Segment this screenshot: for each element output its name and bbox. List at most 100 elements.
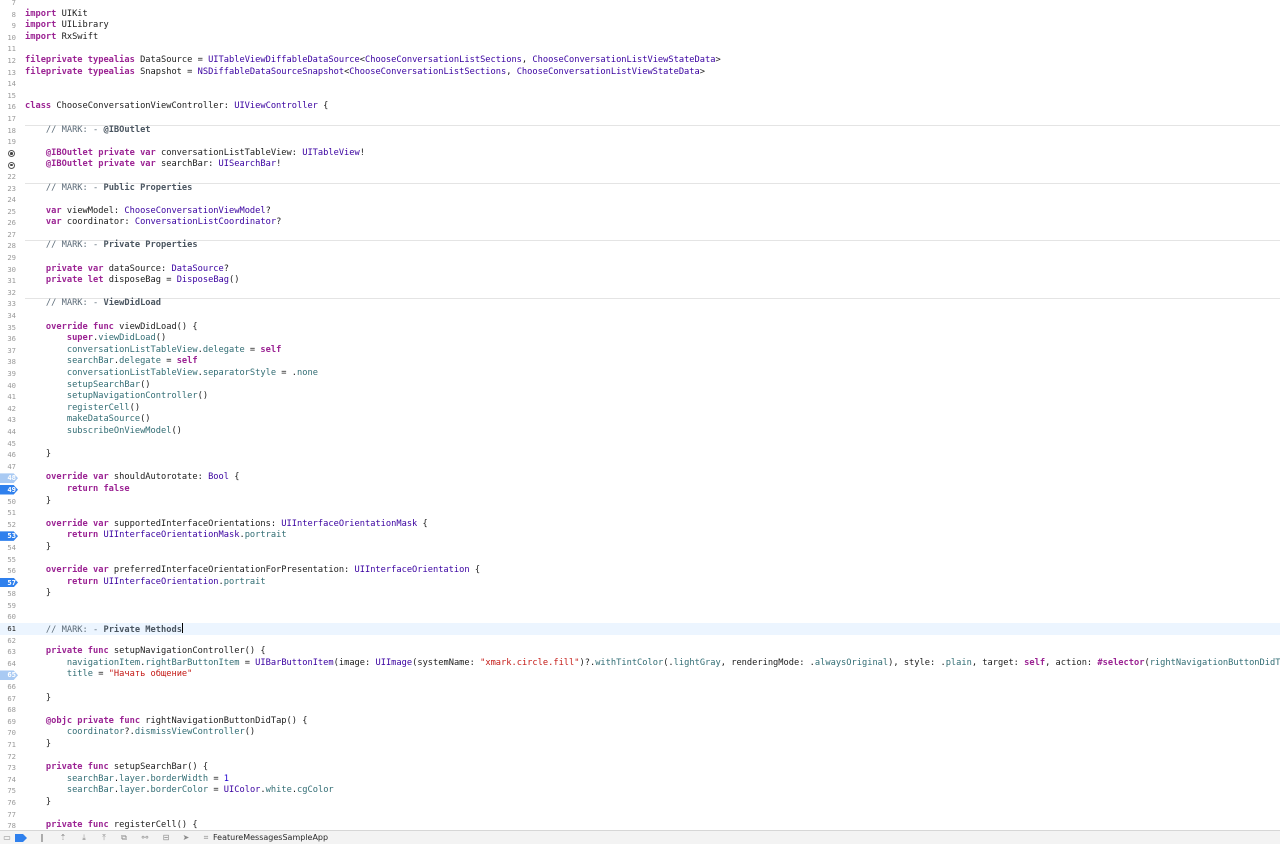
code-text[interactable]: import UIKit xyxy=(25,9,88,21)
code-line[interactable]: 12 fileprivate typealias DataSource = UIT… xyxy=(0,55,1280,67)
line-gutter[interactable]: 44 xyxy=(0,426,22,438)
line-gutter[interactable]: 57 xyxy=(0,577,22,589)
step-into-icon[interactable]: ⤓ xyxy=(78,833,90,843)
code-line[interactable]: 48 override var shouldAutorotate: Bool { xyxy=(0,472,1280,484)
line-gutter[interactable]: 38 xyxy=(0,356,22,368)
line-gutter[interactable]: 8 xyxy=(0,9,22,21)
code-text[interactable]: @IBOutlet private var searchBar: UISearc… xyxy=(25,159,281,171)
target-label[interactable]: FeatureMessagesSampleApp xyxy=(213,831,328,845)
code-editor[interactable]: 7 8 import UIKit 9 import UILibrary 10 import … xyxy=(0,0,1280,830)
line-gutter[interactable]: 26 xyxy=(0,217,22,229)
line-gutter[interactable]: 40 xyxy=(0,380,22,392)
code-line[interactable]: 64 navigationItem.rightBarButtonItem = U… xyxy=(0,658,1280,670)
code-line[interactable]: 76 } xyxy=(0,797,1280,809)
line-gutter[interactable]: 45 xyxy=(0,438,22,450)
code-line[interactable]: 35 override func viewDidLoad() { xyxy=(0,322,1280,334)
code-text[interactable]: coordinator?.dismissViewController() xyxy=(25,727,255,739)
outlet-connection-icon[interactable] xyxy=(8,150,15,158)
code-line[interactable]: 58 } xyxy=(0,588,1280,600)
line-gutter[interactable]: 68 xyxy=(0,704,22,716)
code-line[interactable]: 73 private func setupSearchBar() { xyxy=(0,762,1280,774)
hide-debug-area-icon[interactable]: ▭ xyxy=(1,833,13,843)
code-line[interactable]: @IBOutlet private var searchBar: UISearc… xyxy=(0,159,1280,171)
code-line[interactable]: 32 xyxy=(0,287,1280,299)
code-text[interactable]: registerCell() xyxy=(25,403,140,415)
code-text[interactable]: makeDataSource() xyxy=(25,414,151,426)
code-text[interactable]: class ChooseConversationViewController: … xyxy=(25,101,328,113)
code-line[interactable]: 18 // MARK: - @IBOutlet xyxy=(0,124,1280,137)
line-gutter[interactable]: 37 xyxy=(0,345,22,357)
line-gutter[interactable]: 46 xyxy=(0,449,22,461)
code-line[interactable]: 15 xyxy=(0,90,1280,102)
code-line[interactable]: 72 xyxy=(0,751,1280,763)
code-line[interactable]: 52 override var supportedInterfaceOrient… xyxy=(0,519,1280,531)
code-line[interactable]: 29 xyxy=(0,252,1280,264)
line-gutter[interactable]: 31 xyxy=(0,275,22,287)
code-line[interactable]: 77 xyxy=(0,809,1280,821)
code-line[interactable]: 47 xyxy=(0,461,1280,473)
code-line[interactable]: @IBOutlet private var conversationListTa… xyxy=(0,148,1280,160)
line-gutter[interactable]: 24 xyxy=(0,194,22,206)
line-gutter[interactable]: 27 xyxy=(0,229,22,241)
line-gutter[interactable]: 39 xyxy=(0,368,22,380)
code-text[interactable]: override var preferredInterfaceOrientati… xyxy=(25,565,480,577)
line-gutter[interactable]: 29 xyxy=(0,252,22,264)
code-line[interactable]: 46 } xyxy=(0,449,1280,461)
code-text[interactable]: searchBar.layer.borderColor = UIColor.wh… xyxy=(25,785,334,797)
line-gutter[interactable]: 63 xyxy=(0,646,22,658)
code-line[interactable]: 54 } xyxy=(0,542,1280,554)
code-text[interactable]: } xyxy=(25,693,51,705)
code-text[interactable]: setupNavigationController() xyxy=(25,391,208,403)
code-line[interactable]: 11 xyxy=(0,43,1280,55)
line-gutter[interactable]: 59 xyxy=(0,600,22,612)
code-line[interactable]: 55 xyxy=(0,554,1280,566)
code-line[interactable]: 17 xyxy=(0,113,1280,125)
line-gutter[interactable]: 77 xyxy=(0,809,22,821)
code-line[interactable]: 14 xyxy=(0,78,1280,90)
code-line[interactable]: 66 xyxy=(0,681,1280,693)
code-text[interactable]: subscribeOnViewModel() xyxy=(25,426,182,438)
line-gutter[interactable]: 48 xyxy=(0,472,22,484)
code-line[interactable]: 65 title = "Начать общение" xyxy=(0,669,1280,681)
line-gutter[interactable]: 19 xyxy=(0,136,22,148)
code-text[interactable]: } xyxy=(25,542,51,554)
line-gutter[interactable]: 64 xyxy=(0,658,22,670)
code-text[interactable]: title = "Начать общение" xyxy=(25,669,193,681)
code-line[interactable]: 71 } xyxy=(0,739,1280,751)
code-text[interactable]: var viewModel: ChooseConversationViewMod… xyxy=(25,206,271,218)
step-out-icon[interactable]: ⤒ xyxy=(98,833,110,843)
code-line[interactable]: 51 xyxy=(0,507,1280,519)
code-text[interactable]: override var shouldAutorotate: Bool { xyxy=(25,472,240,484)
code-line[interactable]: 70 coordinator?.dismissViewController() xyxy=(0,727,1280,739)
code-text[interactable]: // MARK: - @IBOutlet xyxy=(25,125,151,137)
line-gutter[interactable]: 10 xyxy=(0,32,22,44)
line-gutter[interactable]: 61 xyxy=(0,623,22,635)
code-line[interactable]: 10 import RxSwift xyxy=(0,32,1280,44)
line-gutter[interactable]: 34 xyxy=(0,310,22,322)
step-over-icon[interactable]: ⇡ xyxy=(57,833,69,843)
code-line[interactable]: 24 xyxy=(0,194,1280,206)
code-text[interactable]: } xyxy=(25,588,51,600)
line-gutter[interactable]: 7 xyxy=(0,0,22,9)
code-line[interactable]: 41 setupNavigationController() xyxy=(0,391,1280,403)
breakpoints-toggle-icon[interactable] xyxy=(15,833,27,843)
code-text[interactable]: override var supportedInterfaceOrientati… xyxy=(25,519,428,531)
line-gutter[interactable]: 60 xyxy=(0,611,22,623)
line-gutter[interactable]: 22 xyxy=(0,171,22,183)
line-gutter[interactable]: 49 xyxy=(0,484,22,496)
code-text[interactable]: } xyxy=(25,739,51,751)
line-gutter[interactable]: 28 xyxy=(0,240,22,252)
code-line[interactable]: 59 xyxy=(0,600,1280,612)
code-line[interactable]: 69 @objc private func rightNavigationBut… xyxy=(0,716,1280,728)
code-text[interactable]: // MARK: - Public Properties xyxy=(25,183,192,195)
line-gutter[interactable]: 75 xyxy=(0,785,22,797)
line-gutter[interactable]: 15 xyxy=(0,90,22,102)
line-gutter[interactable]: 47 xyxy=(0,461,22,473)
code-line[interactable]: 9 import UILibrary xyxy=(0,20,1280,32)
code-line[interactable]: 78 private func registerCell() { xyxy=(0,820,1280,830)
code-text[interactable]: return false xyxy=(25,484,130,496)
code-text[interactable]: override func viewDidLoad() { xyxy=(25,322,198,334)
line-gutter[interactable]: 51 xyxy=(0,507,22,519)
code-text[interactable]: fileprivate typealias DataSource = UITab… xyxy=(25,55,721,67)
code-line[interactable]: 25 var viewModel: ChooseConversationView… xyxy=(0,206,1280,218)
